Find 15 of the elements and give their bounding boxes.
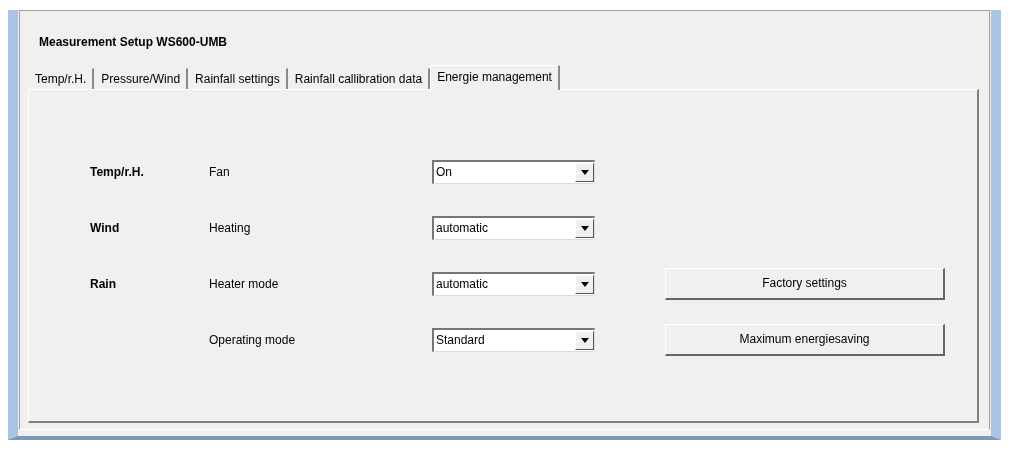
- dropdown-field[interactable]: automatic: [432, 271, 595, 296]
- section-title: Measurement Setup WS600-UMB: [39, 35, 229, 51]
- dropdown-field[interactable]: Standard: [432, 327, 595, 352]
- field-label: Operating mode: [209, 332, 297, 347]
- tab[interactable]: Energie management: [430, 65, 560, 90]
- action-button[interactable]: Factory settings: [665, 267, 945, 300]
- group-label: Wind: [90, 220, 121, 235]
- dropdown-field[interactable]: On: [432, 159, 595, 184]
- action-button[interactable]: Maximum energiesaving: [665, 323, 945, 356]
- dropdown-field[interactable]: automatic: [432, 215, 595, 240]
- group-label: Rain: [90, 276, 117, 291]
- field-label: Heater mode: [209, 276, 280, 291]
- field-label: Heating: [209, 220, 252, 235]
- group-label: Temp/r.H.: [90, 164, 145, 179]
- field-label: Fan: [209, 164, 231, 179]
